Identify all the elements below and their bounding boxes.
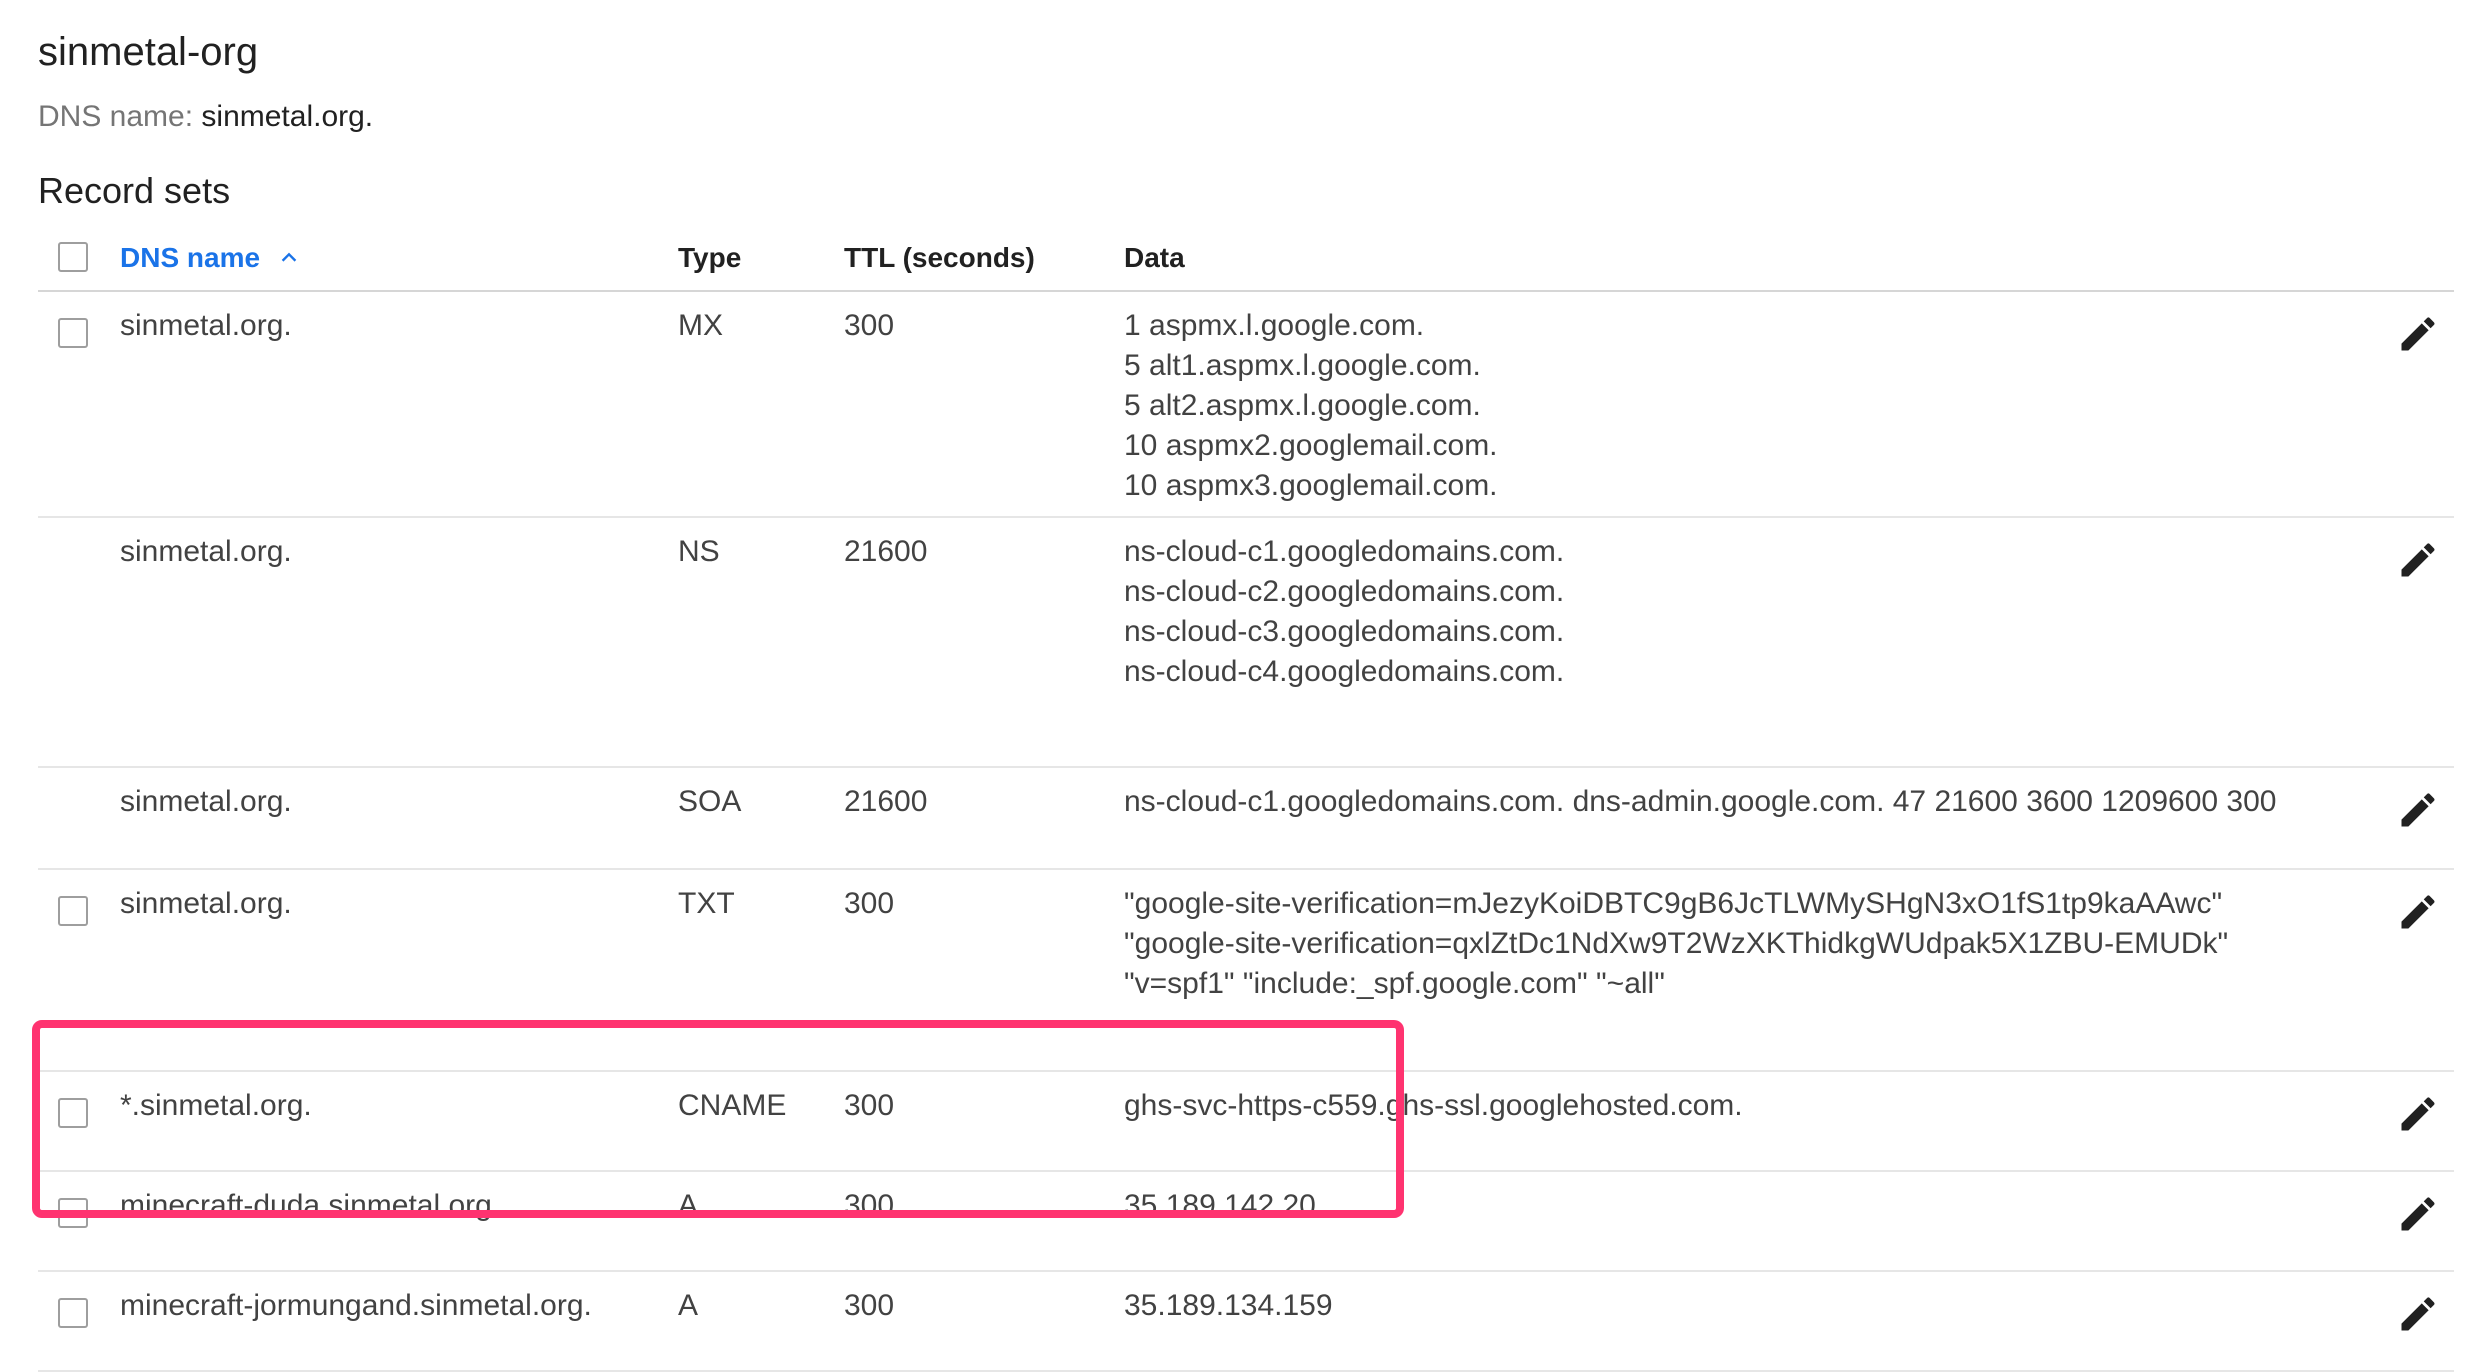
- table-row: sinmetal.org. SOA 21600 ns-cloud-c1.googled…: [38, 768, 2454, 870]
- column-header-dns-name[interactable]: DNS name: [120, 238, 300, 280]
- record-dns-name: sinmetal.org.: [120, 309, 292, 342]
- record-data-line: "google-site-verification=mJezyKoiDBTC9g…: [1124, 887, 2223, 920]
- zone-dns-name: DNS name: sinmetal.org.: [38, 100, 373, 134]
- edit-button[interactable]: [2396, 538, 2440, 582]
- column-header-dns-name-label: DNS name: [120, 242, 261, 273]
- table-row: minecraft-jormungand.sinmetal.org. A 300 35…: [38, 1272, 2454, 1372]
- pencil-icon: [2401, 895, 2435, 929]
- record-ttl: 21600: [844, 785, 928, 818]
- column-header-ttl[interactable]: TTL (seconds): [844, 238, 1035, 278]
- table-row: sinmetal.org. TXT 300 "google-site-verifica…: [38, 870, 2454, 1072]
- record-data-line: ns-cloud-c4.googledomains.com.: [1124, 655, 1565, 688]
- record-ttl: 300: [844, 309, 895, 342]
- record-ttl: 300: [844, 1189, 895, 1222]
- record-ttl: 300: [844, 1089, 895, 1122]
- record-data-line: 10 aspmx2.googlemail.com.: [1124, 429, 1498, 462]
- record-type: SOA: [678, 785, 742, 818]
- edit-button[interactable]: [2396, 890, 2440, 934]
- record-type: A: [678, 1189, 699, 1222]
- record-data-line: ghs-svc-https-c559.ghs-ssl.googlehosted.…: [1124, 1089, 1743, 1122]
- record-data-line: 10 aspmx3.googlemail.com.: [1124, 469, 1498, 502]
- table-row: sinmetal.org. NS 21600 ns-cloud-c1.googledo…: [38, 518, 2454, 768]
- table-row: *.sinmetal.org. CNAME 300 ghs-svc-https-c55…: [38, 1072, 2454, 1172]
- record-data: 35.189.134.159: [1124, 1286, 1333, 1326]
- record-data-line: ns-cloud-c1.googledomains.com.: [1124, 535, 1565, 568]
- pencil-icon: [2401, 317, 2435, 351]
- record-data-line: 35.189.142.20: [1124, 1189, 1316, 1222]
- record-data-line: "google-site-verification=qxlZtDc1NdXw9T…: [1124, 927, 2229, 960]
- record-dns-name: sinmetal.org.: [120, 535, 292, 568]
- record-sets-table: DNS name Type TTL (seconds) Data sinmeta…: [38, 224, 2454, 1372]
- column-header-data[interactable]: Data: [1124, 238, 1185, 278]
- row-checkbox[interactable]: [58, 1198, 88, 1228]
- pencil-icon: [2401, 793, 2435, 827]
- record-data-line: 5 alt2.aspmx.l.google.com.: [1124, 389, 1481, 422]
- select-all-checkbox[interactable]: [58, 242, 88, 272]
- table-row: minecraft-duda.sinmetal.org. A 300 35.189.1…: [38, 1172, 2454, 1272]
- record-type: NS: [678, 535, 720, 568]
- record-data-line: "v=spf1" "include:_spf.google.com" "~all…: [1124, 967, 1665, 1000]
- record-type: MX: [678, 309, 723, 342]
- pencil-icon: [2401, 1297, 2435, 1331]
- record-type: TXT: [678, 887, 735, 920]
- column-header-type[interactable]: Type: [678, 238, 741, 278]
- edit-button[interactable]: [2396, 1092, 2440, 1136]
- pencil-icon: [2401, 543, 2435, 577]
- record-data-line: 1 aspmx.l.google.com.: [1124, 309, 1425, 342]
- record-data: ns-cloud-c1.googledomains.com. ns-cloud-c…: [1124, 532, 1564, 692]
- edit-button[interactable]: [2396, 312, 2440, 356]
- row-checkbox[interactable]: [58, 1298, 88, 1328]
- table-header: DNS name Type TTL (seconds) Data: [38, 224, 2454, 292]
- page: sinmetal-org DNS name: sinmetal.org. Rec…: [0, 0, 2488, 1372]
- record-data: 1 aspmx.l.google.com. 5 alt1.aspmx.l.goog…: [1124, 306, 1498, 506]
- edit-button[interactable]: [2396, 788, 2440, 832]
- record-data-line: ns-cloud-c3.googledomains.com.: [1124, 615, 1565, 648]
- record-data: ghs-svc-https-c559.ghs-ssl.googlehosted.…: [1124, 1086, 1743, 1126]
- row-checkbox[interactable]: [58, 1098, 88, 1128]
- record-data: "google-site-verification=mJezyKoiDBTC9g…: [1124, 884, 2228, 1004]
- record-data: ns-cloud-c1.googledomains.com. dns-admin…: [1124, 782, 2276, 822]
- record-ttl: 300: [844, 1289, 895, 1322]
- record-dns-name: minecraft-duda.sinmetal.org.: [120, 1189, 501, 1222]
- zone-title: sinmetal-org: [38, 30, 259, 74]
- arrow-up-icon: [278, 240, 300, 280]
- record-type: CNAME: [678, 1089, 787, 1122]
- dns-name-label: DNS name:: [38, 100, 194, 133]
- record-dns-name: *.sinmetal.org.: [120, 1089, 312, 1122]
- record-dns-name: sinmetal.org.: [120, 887, 292, 920]
- pencil-icon: [2401, 1097, 2435, 1131]
- row-checkbox[interactable]: [58, 896, 88, 926]
- table-row: sinmetal.org. MX 300 1 aspmx.l.google.com. 5…: [38, 292, 2454, 518]
- pencil-icon: [2401, 1197, 2435, 1231]
- record-data-line: 5 alt1.aspmx.l.google.com.: [1124, 349, 1481, 382]
- record-ttl: 21600: [844, 535, 928, 568]
- record-data-line: 35.189.134.159: [1124, 1289, 1333, 1322]
- record-dns-name: sinmetal.org.: [120, 785, 292, 818]
- record-type: A: [678, 1289, 699, 1322]
- record-data-line: ns-cloud-c2.googledomains.com.: [1124, 575, 1565, 608]
- record-ttl: 300: [844, 887, 895, 920]
- record-sets-title: Record sets: [38, 170, 231, 211]
- row-checkbox[interactable]: [58, 318, 88, 348]
- edit-button[interactable]: [2396, 1292, 2440, 1336]
- edit-button[interactable]: [2396, 1192, 2440, 1236]
- record-dns-name: minecraft-jormungand.sinmetal.org.: [120, 1289, 592, 1322]
- record-data: 35.189.142.20: [1124, 1186, 1316, 1226]
- dns-name-value: sinmetal.org.: [201, 100, 374, 133]
- table-body: sinmetal.org. MX 300 1 aspmx.l.google.com. 5…: [38, 292, 2454, 1372]
- record-data-line: ns-cloud-c1.googledomains.com. dns-admin…: [1124, 785, 2277, 818]
